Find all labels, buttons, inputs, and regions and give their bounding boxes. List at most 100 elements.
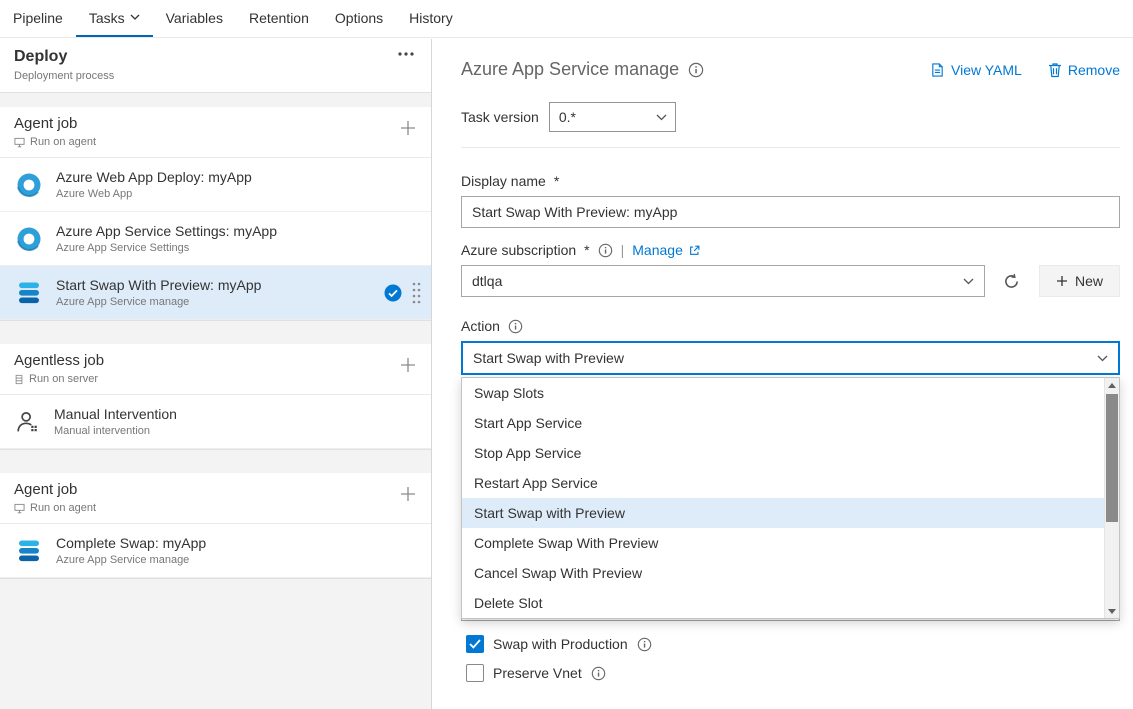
job-title: Agent job bbox=[14, 115, 417, 132]
task-subtitle: Azure App Service manage bbox=[56, 554, 421, 566]
azure-web-app-icon bbox=[14, 170, 44, 200]
view-yaml-button[interactable]: View YAML bbox=[930, 62, 1022, 78]
info-icon[interactable] bbox=[508, 319, 523, 334]
pipeline-task-list-panel: Deploy Deployment process Agent job Run … bbox=[0, 39, 432, 709]
info-icon[interactable] bbox=[598, 243, 613, 258]
dropdown-option-swap-slots[interactable]: Swap Slots bbox=[462, 378, 1119, 408]
section-divider bbox=[461, 147, 1120, 148]
panel-title: Azure App Service manage bbox=[461, 59, 679, 80]
task-item-azure-web-app-deploy[interactable]: Azure Web App Deploy: myApp Azure Web Ap… bbox=[0, 158, 431, 212]
info-icon[interactable] bbox=[688, 62, 704, 78]
view-yaml-icon bbox=[930, 62, 945, 78]
job-group-agentless: Agentless job Run on server Manual Inter… bbox=[0, 344, 431, 450]
tab-options-label: Options bbox=[335, 10, 383, 26]
tab-pipeline-label: Pipeline bbox=[13, 10, 63, 26]
new-button-label: New bbox=[1075, 273, 1103, 289]
dropdown-option-stop-app-service[interactable]: Stop App Service bbox=[462, 438, 1119, 468]
dropdown-option-start-app-service[interactable]: Start App Service bbox=[462, 408, 1119, 438]
job-subtitle: Run on agent bbox=[30, 136, 96, 148]
task-item-start-swap-with-preview[interactable]: Start Swap With Preview: myApp Azure App… bbox=[0, 266, 431, 320]
subscription-combobox[interactable]: dtlqa bbox=[461, 265, 985, 297]
manage-link[interactable]: Manage bbox=[632, 242, 700, 258]
swap-with-production-checkbox[interactable] bbox=[466, 635, 484, 653]
tab-retention[interactable]: Retention bbox=[236, 0, 322, 37]
agentless-job-header[interactable]: Agentless job Run on server bbox=[0, 344, 431, 395]
dropdown-option-start-swap-with-preview[interactable]: Start Swap with Preview bbox=[462, 498, 1119, 528]
dropdown-option-delete-slot[interactable]: Delete Slot bbox=[462, 588, 1119, 618]
task-version-label: Task version bbox=[461, 109, 539, 125]
app-service-manage-icon bbox=[14, 536, 44, 566]
remove-button[interactable]: Remove bbox=[1048, 62, 1120, 78]
task-title: Start Swap With Preview: myApp bbox=[56, 277, 372, 293]
tab-history-label: History bbox=[409, 10, 453, 26]
scroll-down-arrow[interactable] bbox=[1105, 604, 1119, 618]
task-item-manual-intervention[interactable]: Manual Intervention Manual intervention bbox=[0, 395, 431, 449]
task-version-value: 0.* bbox=[559, 109, 576, 125]
chevron-down-icon bbox=[1097, 355, 1108, 362]
agent-icon bbox=[14, 137, 25, 148]
swap-with-production-label: Swap with Production bbox=[493, 636, 628, 652]
scrollbar-thumb[interactable] bbox=[1106, 394, 1118, 522]
plus-icon bbox=[1056, 275, 1068, 287]
add-task-button[interactable] bbox=[399, 485, 417, 503]
job-group-agent-1: Agent job Run on agent Azure Web App Dep… bbox=[0, 107, 431, 321]
task-item-complete-swap[interactable]: Complete Swap: myApp Azure App Service m… bbox=[0, 524, 431, 578]
add-task-button[interactable] bbox=[399, 119, 417, 137]
manage-label: Manage bbox=[632, 242, 683, 258]
tab-history[interactable]: History bbox=[396, 0, 466, 37]
more-options-button[interactable] bbox=[397, 51, 415, 57]
task-item-azure-app-service-settings[interactable]: Azure App Service Settings: myApp Azure … bbox=[0, 212, 431, 266]
dropdown-option-restart-app-service[interactable]: Restart App Service bbox=[462, 468, 1119, 498]
agent-job-header-2[interactable]: Agent job Run on agent bbox=[0, 473, 431, 524]
chevron-down-icon bbox=[656, 114, 667, 121]
dropdown-option-complete-swap-with-preview[interactable]: Complete Swap With Preview bbox=[462, 528, 1119, 558]
tab-tasks[interactable]: Tasks bbox=[76, 0, 153, 37]
job-title: Agent job bbox=[14, 481, 417, 498]
dropdown-option-cancel-swap-with-preview[interactable]: Cancel Swap With Preview bbox=[462, 558, 1119, 588]
process-header[interactable]: Deploy Deployment process bbox=[0, 39, 431, 93]
external-link-icon bbox=[689, 245, 700, 256]
tab-variables[interactable]: Variables bbox=[153, 0, 236, 37]
info-icon[interactable] bbox=[591, 666, 606, 681]
swap-with-production-row: Swap with Production bbox=[466, 635, 1120, 653]
agent-job-header-1[interactable]: Agent job Run on agent bbox=[0, 107, 431, 158]
remove-label: Remove bbox=[1068, 62, 1120, 78]
action-field: Start Swap with Preview Swap Slots Start… bbox=[461, 341, 1120, 375]
azure-subscription-label: Azure subscription bbox=[461, 242, 576, 258]
task-subtitle: Manual intervention bbox=[54, 425, 421, 437]
preserve-vnet-row: Preserve Vnet bbox=[466, 664, 1120, 682]
process-subtitle: Deployment process bbox=[14, 70, 114, 82]
job-group-agent-2: Agent job Run on agent Complete Swap: my… bbox=[0, 473, 431, 579]
subscription-value: dtlqa bbox=[472, 273, 502, 289]
tab-retention-label: Retention bbox=[249, 10, 309, 26]
task-title: Azure App Service Settings: myApp bbox=[56, 223, 421, 239]
display-name-input[interactable] bbox=[461, 196, 1120, 228]
action-label: Action bbox=[461, 318, 500, 334]
drag-handle[interactable] bbox=[411, 281, 421, 305]
refresh-button[interactable] bbox=[995, 265, 1029, 297]
action-value: Start Swap with Preview bbox=[473, 350, 624, 366]
azure-web-app-icon bbox=[14, 224, 44, 254]
scroll-up-arrow[interactable] bbox=[1105, 378, 1119, 392]
job-subtitle: Run on server bbox=[29, 373, 98, 385]
agent-icon bbox=[14, 503, 25, 514]
required-asterisk: * bbox=[584, 242, 589, 258]
task-version-select[interactable]: 0.* bbox=[549, 102, 676, 132]
task-title: Azure Web App Deploy: myApp bbox=[56, 169, 421, 185]
process-title: Deploy bbox=[14, 48, 417, 66]
tab-variables-label: Variables bbox=[166, 10, 223, 26]
trash-icon bbox=[1048, 62, 1062, 78]
tab-options[interactable]: Options bbox=[322, 0, 396, 37]
dropdown-scrollbar[interactable] bbox=[1104, 378, 1119, 618]
add-task-button[interactable] bbox=[399, 356, 417, 374]
label-separator: | bbox=[621, 242, 625, 258]
manual-intervention-icon bbox=[14, 408, 42, 436]
info-icon[interactable] bbox=[637, 637, 652, 652]
new-subscription-button[interactable]: New bbox=[1039, 265, 1120, 297]
task-details-panel: Azure App Service manage View YAML Remov… bbox=[433, 39, 1133, 709]
action-combobox[interactable]: Start Swap with Preview bbox=[461, 341, 1120, 375]
required-asterisk: * bbox=[554, 173, 559, 189]
preserve-vnet-checkbox[interactable] bbox=[466, 664, 484, 682]
tab-pipeline[interactable]: Pipeline bbox=[0, 0, 76, 37]
action-dropdown-list: Swap Slots Start App Service Stop App Se… bbox=[461, 377, 1120, 619]
